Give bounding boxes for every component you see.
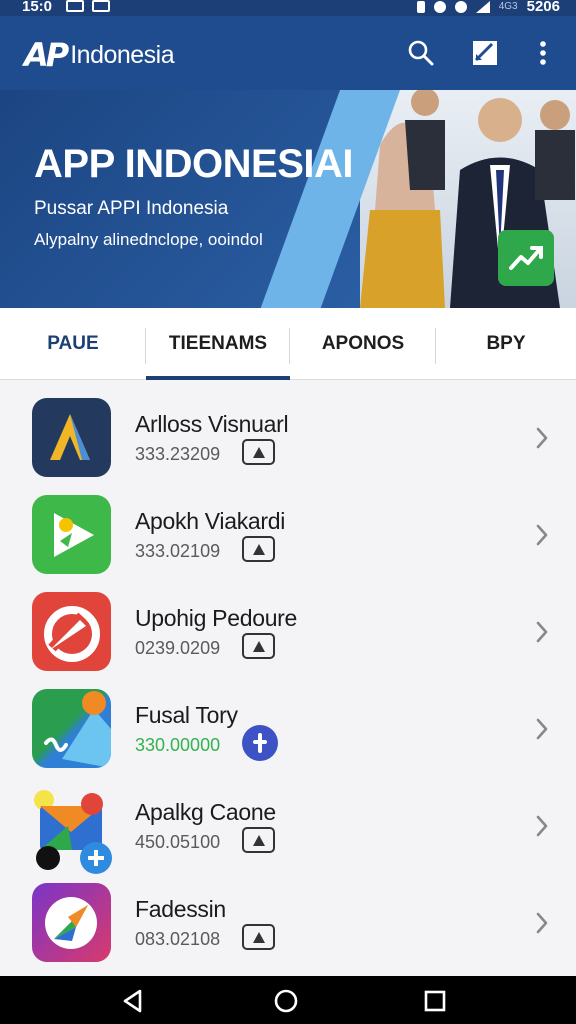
pin-icon: [242, 827, 275, 853]
edit-icon[interactable]: [470, 38, 500, 68]
app-list: Arlloss Visnuarl 333.23209 Apokh Viakard…: [0, 381, 576, 963]
tab-bpy[interactable]: BPY: [436, 308, 576, 380]
chevron-right-icon: [534, 426, 550, 450]
status-right: 4G3 5206: [416, 0, 560, 15]
app-number: 333.02109: [135, 541, 221, 561]
app-logo[interactable]: AP Indonesia: [24, 36, 175, 74]
chevron-right-icon: [534, 523, 550, 547]
app-number: 330.00000: [135, 735, 221, 755]
app-number: 450.05100: [135, 832, 221, 852]
wifi-icon: [433, 0, 446, 13]
app-bar: AP Indonesia: [0, 16, 576, 90]
back-icon[interactable]: [120, 988, 146, 1014]
app-number: 083.02108: [135, 929, 221, 949]
list-item[interactable]: Upohig Pedoure 0239.0209: [0, 575, 576, 672]
recents-icon[interactable]: [422, 988, 448, 1014]
promo-banner[interactable]: APP INDONESIAI Pussar APPI Indonesia Aly…: [0, 90, 576, 308]
tab-label: APONOS: [321, 333, 405, 354]
tab-selected-indicator: [146, 376, 290, 380]
app-name: Upohig Pedoure: [135, 605, 298, 631]
list-item[interactable]: Apalkg Caone 450.05100: [0, 769, 576, 874]
search-icon[interactable]: [406, 38, 436, 68]
banner-title: APP INDONESIAI: [34, 142, 354, 186]
app-name: Apokh Viakardi: [135, 508, 286, 534]
pin-icon: [242, 439, 275, 465]
logo-name: Indonesia: [70, 40, 175, 69]
message-notification-icon: [92, 0, 110, 12]
plus-icon: [242, 725, 278, 761]
pin-icon: [242, 536, 275, 562]
status-notification-icons: [66, 0, 110, 12]
tab-paue[interactable]: PAUE: [0, 308, 146, 380]
app-icon: [32, 495, 111, 574]
app-number: 0239.0209: [135, 638, 221, 658]
tab-label: TIEENAMS: [168, 333, 268, 354]
tab-bar: PAUE TIEENAMS APONOS BPY: [0, 308, 576, 380]
bluetooth-icon: [416, 0, 425, 13]
app-name: Fusal Tory: [135, 702, 238, 728]
banner-subtitle: Pussar APPI Indonesia: [34, 198, 229, 219]
status-time: 15:0: [22, 0, 53, 15]
app-number: 333.23209: [135, 444, 221, 464]
tab-label: BPY: [486, 333, 526, 354]
app-name: Arlloss Visnuarl: [135, 411, 289, 437]
more-vert-icon[interactable]: [528, 38, 558, 68]
list-item[interactable]: Apokh Viakardi 333.02109: [0, 478, 576, 575]
location-icon: [454, 0, 467, 13]
home-icon[interactable]: [273, 988, 299, 1014]
list-item[interactable]: Fadessin 083.02108: [0, 866, 576, 963]
app-icon: [32, 786, 112, 874]
chevron-right-icon: [534, 911, 550, 935]
pin-icon: [242, 633, 275, 659]
battery-level: 5206: [526, 0, 560, 15]
list-item[interactable]: Arlloss Visnuarl 333.23209: [0, 381, 576, 478]
status-bar: 15:0 4G3 5206: [0, 0, 576, 16]
app-name: Apalkg Caone: [135, 799, 276, 825]
app-icon: [32, 883, 111, 962]
tab-label: PAUE: [47, 333, 99, 354]
banner-tagline: Alypalny alinednclope, ooindol: [34, 230, 263, 249]
app-icon: [32, 592, 111, 671]
logo-mark: AP: [24, 36, 69, 74]
list-item[interactable]: Fusal Tory 330.00000: [0, 672, 576, 769]
image-notification-icon: [66, 0, 84, 12]
network-type: 4G3: [498, 1, 518, 12]
app-icon: [32, 689, 111, 768]
signal-icon: [475, 0, 490, 13]
system-nav-bar: [0, 976, 576, 1024]
app-name: Fadessin: [135, 896, 226, 922]
app-icon: [32, 398, 111, 477]
trending-icon: [498, 230, 554, 286]
tab-tieenams[interactable]: TIEENAMS: [146, 308, 290, 380]
chevron-right-icon: [534, 814, 550, 838]
pin-icon: [242, 924, 275, 950]
tab-aponos[interactable]: APONOS: [290, 308, 436, 380]
chevron-right-icon: [534, 717, 550, 741]
chevron-right-icon: [534, 620, 550, 644]
